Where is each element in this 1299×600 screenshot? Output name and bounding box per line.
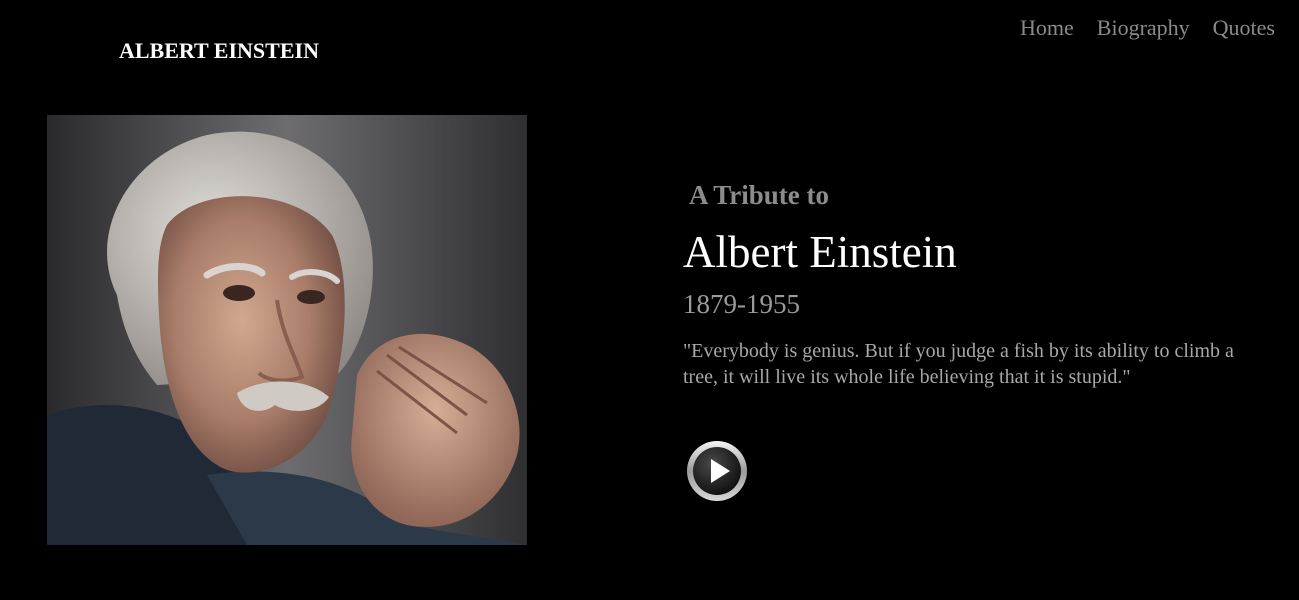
nav-home[interactable]: Home — [1020, 15, 1074, 41]
einstein-portrait — [47, 115, 527, 545]
tribute-label: A Tribute to — [689, 180, 830, 210]
play-button[interactable] — [686, 440, 748, 502]
site-brand[interactable]: ALBERT EINSTEIN — [119, 38, 319, 64]
hero-name: Albert Einstein — [683, 227, 957, 277]
play-icon — [687, 441, 747, 501]
life-years: 1879-1955 — [683, 289, 800, 319]
nav-quotes[interactable]: Quotes — [1213, 15, 1275, 41]
main-nav: Home Biography Quotes — [1020, 15, 1275, 41]
hero-content: A Tribute to Albert Einstein 1879-1955 "… — [683, 178, 1263, 390]
quote-text: "Everybody is genius. But if you judge a… — [683, 340, 1234, 388]
nav-biography[interactable]: Biography — [1097, 15, 1190, 41]
